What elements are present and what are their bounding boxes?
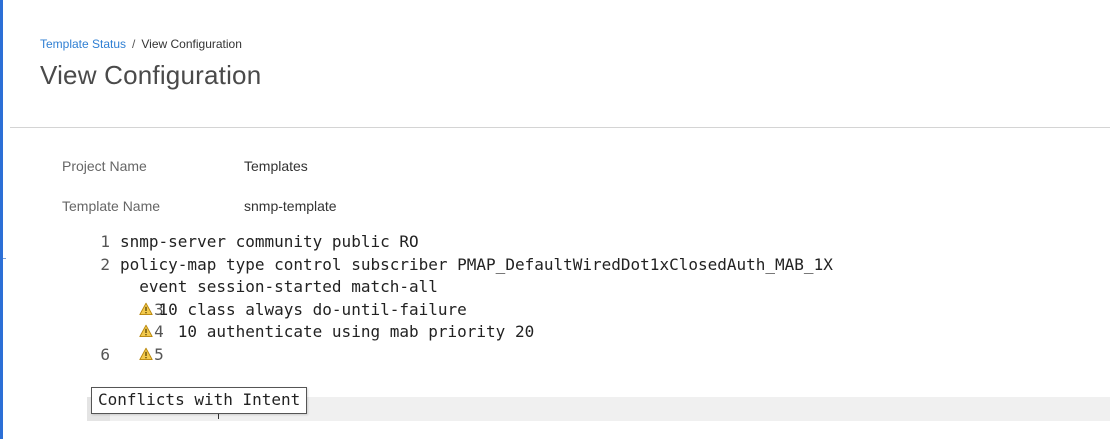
line-number: 1: [100, 232, 110, 251]
code-line-text: event session-started match-all: [120, 277, 438, 296]
code-line: 4 10 class always do-until-failure: [62, 299, 1110, 341]
page-header: Template Status / View Configuration View …: [40, 37, 261, 91]
view-configuration-page: Template Status / View Configuration View …: [0, 0, 1110, 439]
line-number-gutter: 2: [62, 254, 110, 277]
project-name-label: Project Name: [62, 158, 147, 174]
code-line: 3 event session-started match-all: [62, 276, 1110, 319]
project-name-value: Templates: [244, 158, 308, 174]
breadcrumb-link-template-status[interactable]: Template Status: [40, 37, 126, 51]
line-number: 6: [100, 344, 110, 364]
breadcrumb: Template Status / View Configuration: [40, 37, 261, 51]
template-name-value: snmp-template: [244, 198, 337, 214]
template-details: Project Name Templates Template Name snm…: [62, 156, 337, 236]
template-name-row: Template Name snmp-template: [62, 196, 337, 216]
line-number-gutter: 4: [62, 299, 164, 341]
code-line-text: snmp-server community public RO: [120, 232, 419, 251]
code-line-text: 10 class always do-until-failure: [120, 299, 467, 319]
line-number-gutter: 1: [62, 231, 110, 254]
line-number-gutter: 5: [62, 321, 164, 364]
code-line: 2 policy-map type control subscriber PMA…: [62, 254, 1110, 277]
left-accent-bar: [0, 0, 3, 439]
line-number: 2: [100, 254, 110, 274]
header-divider: [10, 127, 1110, 128]
code-line: 1 snmp-server community public RO: [62, 231, 1110, 254]
breadcrumb-current: View Configuration: [141, 37, 242, 51]
left-accent-tick: [3, 258, 6, 259]
breadcrumb-separator: /: [132, 37, 136, 51]
page-title: View Configuration: [40, 60, 262, 90]
code-line: 6: [62, 344, 1110, 367]
conflict-tooltip: Conflicts with Intent: [91, 387, 308, 414]
line-number-gutter: 3: [62, 276, 164, 319]
code-line-text: 10 authenticate using mab priority 20: [120, 322, 535, 341]
code-line-text: policy-map type control subscriber PMAP_…: [120, 254, 833, 274]
line-number-gutter: 6: [62, 344, 110, 367]
template-name-label: Template Name: [62, 198, 161, 214]
code-line: 5 10 authenticate using mab priority 20: [62, 321, 1110, 364]
project-name-row: Project Name Templates: [62, 156, 337, 176]
